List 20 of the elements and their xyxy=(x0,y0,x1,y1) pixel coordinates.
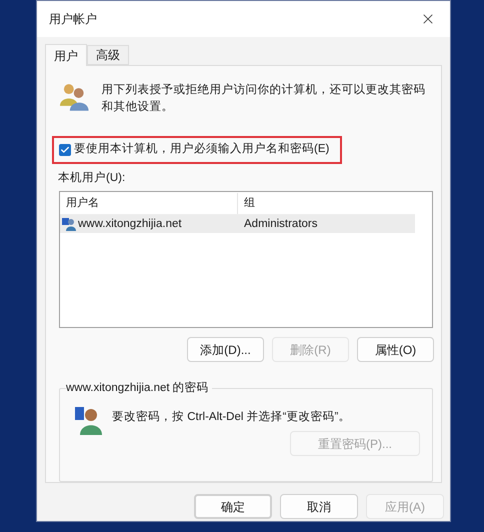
dialog-button[interactable]: 确定 xyxy=(194,494,272,519)
window-title: 用户帐户 xyxy=(49,11,97,28)
intro-text: 用下列表授予或拒绝用户访问你的计算机，还可以更改其密码和其他设置。 xyxy=(102,82,427,115)
group-title: www.xitongzhijia.net 的密码 xyxy=(66,380,212,396)
password-message: 要改密码，按 Ctrl-Alt-Del 并选择“更改密码”。 xyxy=(112,409,350,426)
dialog-button[interactable]: 取消 xyxy=(280,494,358,519)
tab[interactable]: 用户 xyxy=(45,44,87,66)
dialog-button[interactable]: 添加(D)... xyxy=(187,337,264,362)
column-header[interactable]: 组 xyxy=(238,193,415,214)
user-name: www.xitongzhijia.net xyxy=(78,216,182,232)
user-group: Administrators xyxy=(238,216,318,233)
tab[interactable]: 高级 xyxy=(87,45,129,65)
column-header[interactable]: 用户名 xyxy=(60,193,238,214)
users-label: 本机用户(U): xyxy=(58,170,126,186)
user-row[interactable]: www.xitongzhijia.net Administrators xyxy=(60,215,415,234)
user-icon xyxy=(62,217,76,232)
dialog-button[interactable]: 属性(O) xyxy=(357,337,434,362)
checkbox-icon xyxy=(59,144,71,156)
user-icon xyxy=(74,405,102,436)
require-password-checkbox[interactable]: 要使用本计算机，用户必须输入用户名和密码(E) xyxy=(59,141,330,159)
